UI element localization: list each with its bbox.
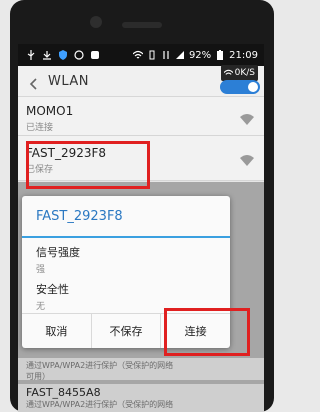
dialog-title: FAST_2923F8 (22, 196, 230, 238)
network-status: 已连接 (26, 123, 54, 133)
battery-icon (215, 50, 225, 60)
signal-icon (175, 50, 185, 60)
clock-text: 21:09 (229, 49, 258, 61)
security-note: 通过WPA/WPA2进行保护（受保护的网络 (26, 361, 174, 370)
highlight-box-network (26, 141, 150, 189)
app-icon (90, 50, 100, 60)
network-rate-badge: 0K/S (220, 65, 258, 81)
earpiece-speaker (122, 22, 162, 28)
highlight-box-connect (164, 308, 250, 356)
data-transfer-icon (161, 50, 171, 60)
network-security-note: 通过WPA/WPA2进行保护（受保护的网络 (26, 400, 174, 409)
vibrate-icon (147, 50, 157, 60)
rate-text: 0K/S (234, 68, 255, 78)
network-item-fast-8455a8[interactable]: FAST_8455A8 通过WPA/WPA2进行保护（受保护的网络 (18, 384, 264, 412)
wifi-status-icon (132, 50, 144, 60)
network-name: FAST_8455A8 (26, 386, 101, 399)
signal-strength-row: 信号强度 强 (22, 244, 230, 275)
wifi-signal-icon (240, 151, 254, 166)
shield-icon (58, 50, 68, 60)
download-icon (42, 50, 52, 60)
cancel-button[interactable]: 取消 (22, 314, 92, 348)
forget-button[interactable]: 不保存 (92, 314, 162, 348)
usb-icon (26, 50, 36, 60)
network-note-above: 通过WPA/WPA2进行保护（受保护的网络 可用） (18, 358, 264, 381)
network-item-momo1[interactable]: MOMO1 已连接 (18, 97, 264, 136)
notification-icon (74, 50, 84, 60)
wifi-signal-icon (240, 110, 254, 125)
front-camera (90, 16, 102, 28)
signal-strength-label: 信号强度 (36, 246, 80, 259)
battery-text: 92% (188, 49, 212, 61)
title-bar: WLAN 0K/S (18, 65, 264, 97)
security-note-cont: 可用） (26, 372, 50, 381)
status-bar: 92% 21:09 (18, 44, 264, 66)
network-name: MOMO1 (26, 104, 74, 118)
back-arrow-icon[interactable] (28, 75, 40, 90)
wlan-toggle[interactable] (220, 80, 260, 94)
wifi-rate-icon (223, 69, 233, 75)
signal-strength-value: 强 (36, 265, 46, 275)
toggle-knob (248, 82, 258, 92)
page-title: WLAN (48, 73, 90, 89)
security-label: 安全性 (36, 283, 69, 296)
